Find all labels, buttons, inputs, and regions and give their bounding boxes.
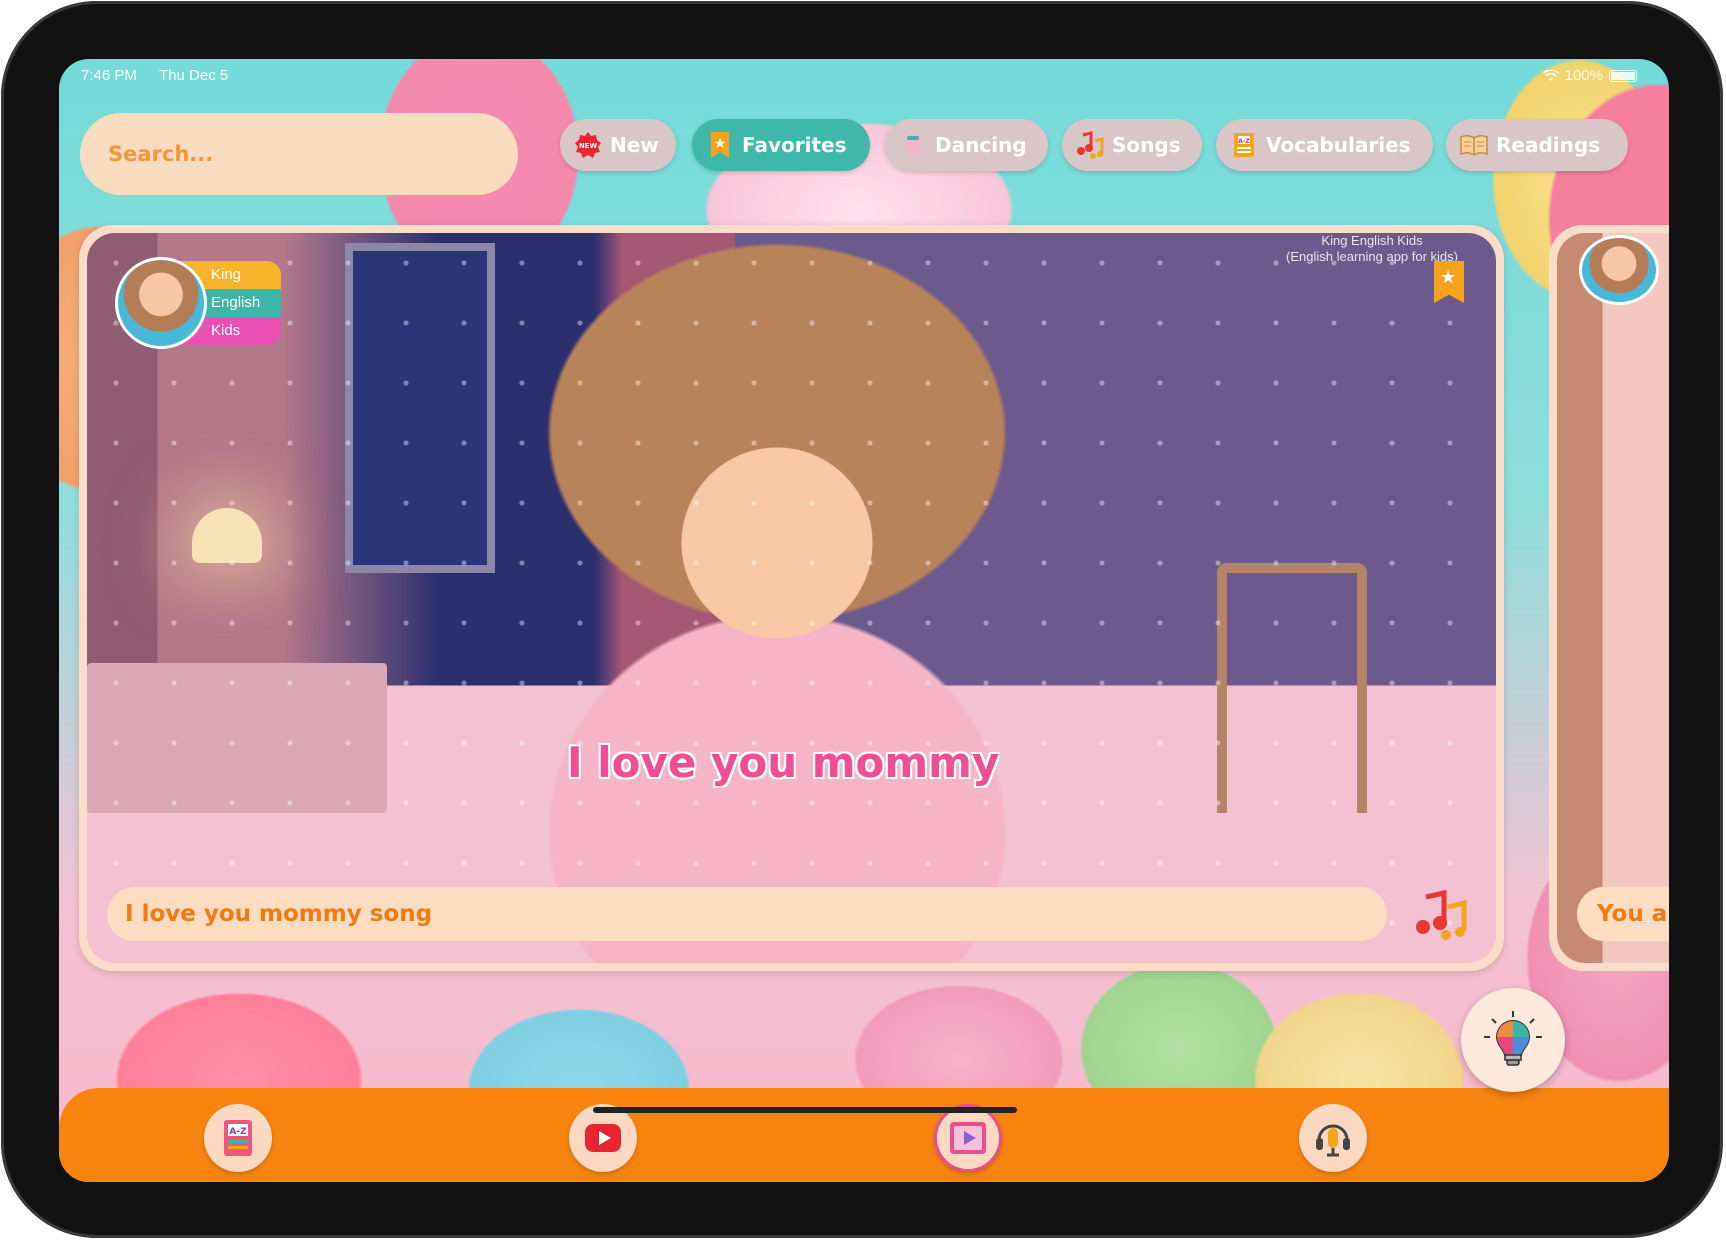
next-video-thumbnail[interactable]: You a [1557,233,1669,963]
status-right: 100% [1542,67,1637,84]
status-bar: 7:46 PM Thu Dec 5 100% [81,67,1647,89]
movie-play-icon [950,1122,986,1154]
svg-text:NEW: NEW [579,142,598,150]
az-book-icon: A-Z [1230,131,1258,159]
video-title[interactable]: I love you mommy song [107,887,1387,941]
next-card-logo [1579,235,1659,305]
dancing-pig-icon [899,131,927,159]
status-time: 7:46 PM [81,67,137,84]
tab-label: Readings [1496,133,1601,157]
nav-vocabulary-button[interactable]: A-Z [204,1104,272,1172]
tab-label: Favorites [742,133,847,157]
music-notes-icon [1076,131,1104,159]
battery-percent: 100% [1564,67,1603,84]
idea-lightbulb-button[interactable] [1461,988,1565,1092]
video-thumbnail[interactable]: King English Kids King English Kids (Eng… [87,233,1496,963]
sparkle-lights [87,233,1496,963]
lyric-caption: I love you mommy [567,738,1000,787]
new-badge-icon: NEW [574,131,602,159]
featured-video-card[interactable]: King English Kids King English Kids (Eng… [79,225,1504,971]
tab-label: Songs [1112,133,1181,157]
tab-readings[interactable]: Readings [1446,119,1628,171]
vocabulary-book-icon: A-Z [224,1120,252,1156]
tab-dancing[interactable]: Dancing [885,119,1048,171]
tab-vocabularies[interactable]: A-Z Vocabularies [1216,119,1433,171]
svg-text:A-Z: A-Z [229,1127,247,1137]
nav-video-button[interactable] [569,1104,637,1172]
category-tabs: NEW New ★ Favorites Dancing Songs A-Z Vo… [59,119,1669,175]
watermark: King English Kids (English learning app … [1286,233,1458,265]
lightbulb-puzzle-icon [1484,1011,1542,1066]
logo-avatar [115,257,207,349]
tab-label: Vocabularies [1266,133,1411,157]
tab-label: New [610,133,659,157]
svg-text:A-Z: A-Z [1238,138,1250,145]
home-indicator[interactable] [593,1107,1017,1113]
watermark-subtitle: (English learning app for kids) [1286,249,1458,264]
status-date: Thu Dec 5 [159,67,229,84]
app-screen: 7:46 PM Thu Dec 5 100% NEW New ★ Favorit… [59,59,1669,1182]
video-play-icon [585,1124,621,1152]
wifi-icon [1542,69,1559,81]
tab-favorites[interactable]: ★ Favorites [692,119,870,171]
podcast-mic-icon [1316,1124,1350,1157]
tab-new[interactable]: NEW New [560,119,676,171]
nav-movies-button[interactable] [934,1104,1002,1172]
svg-text:★: ★ [714,136,727,152]
song-music-notes-icon [1416,889,1467,940]
next-video-card[interactable]: You a [1549,225,1669,971]
open-book-icon [1460,131,1488,159]
app-logo: King English Kids [115,257,283,349]
star-bookmark-icon: ★ [706,131,734,159]
nav-podcast-button[interactable] [1299,1104,1367,1172]
tab-songs[interactable]: Songs [1062,119,1202,171]
battery-icon [1609,69,1637,82]
next-video-title[interactable]: You a [1577,887,1669,941]
bottom-navigation: A-Z [59,1088,1669,1182]
tab-label: Dancing [935,133,1027,157]
watermark-title: King English Kids [1321,233,1423,248]
